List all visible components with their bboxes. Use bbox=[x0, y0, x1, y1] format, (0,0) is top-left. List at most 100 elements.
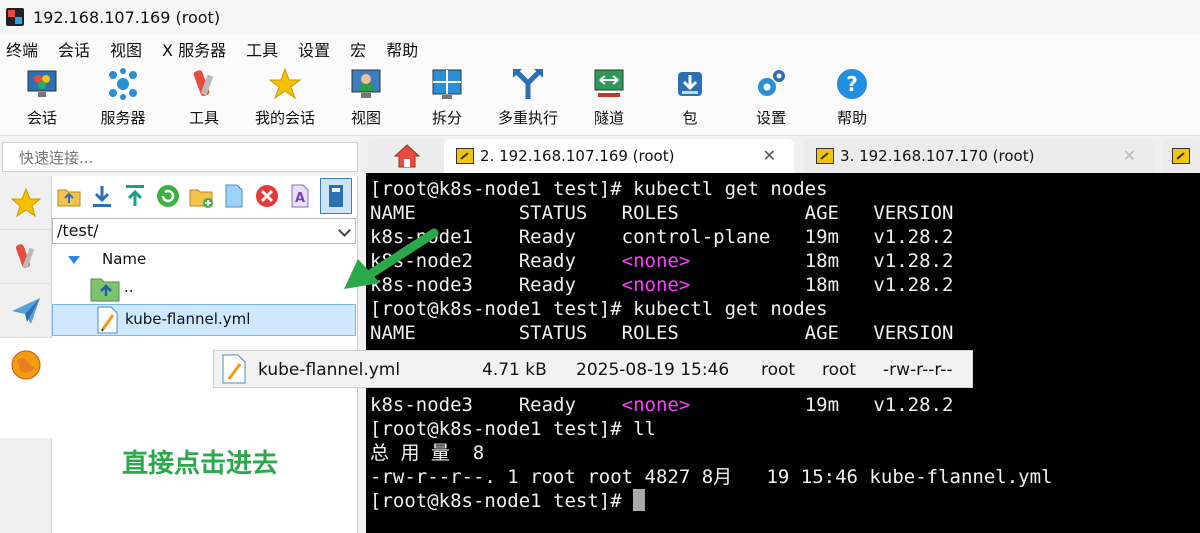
menu-view[interactable]: 视图 bbox=[110, 37, 142, 61]
terminal-line: k8s-node3 Ready <none> 19m v1.28.2 bbox=[370, 393, 953, 417]
tooltip-filename: kube-flannel.yml bbox=[258, 360, 401, 380]
package-icon bbox=[673, 67, 707, 101]
home-icon bbox=[393, 144, 421, 168]
tooltip-size: 4.71 kB bbox=[482, 360, 547, 380]
file-tooltip: kube-flannel.yml 4.71 kB 2025-08-19 15:4… bbox=[213, 350, 973, 388]
sftp-toolbar: A bbox=[52, 176, 358, 216]
svg-text:A: A bbox=[295, 191, 305, 206]
session-icon bbox=[25, 67, 59, 101]
annotation-text: 直接点击进去 bbox=[122, 449, 279, 479]
terminal-line: [root@k8s-node1 test]# kubectl get nodes bbox=[370, 178, 828, 200]
paper-plane-icon bbox=[12, 297, 40, 324]
side-tab-tools[interactable] bbox=[0, 230, 52, 284]
servers-button[interactable]: 服务器 bbox=[81, 67, 165, 133]
terminal-prompt: [root@k8s-node1 test]# bbox=[370, 489, 646, 513]
yaml-file-icon bbox=[97, 306, 118, 334]
menu-tools[interactable]: 工具 bbox=[246, 37, 278, 61]
terminal-line-text: k8s-node3 Ready <none> 18m v1.28.2 bbox=[370, 274, 954, 296]
split-icon bbox=[430, 67, 464, 101]
tools-icon bbox=[15, 243, 35, 268]
annotation-arrow-icon bbox=[344, 228, 439, 289]
view-button[interactable]: 视图 bbox=[324, 67, 408, 133]
main-toolbar: 会话 服务器 工具 我的会话 视图 拆分 多重执行 隧道 包 设置 ? 帮助 bbox=[0, 64, 1200, 136]
new-folder-icon[interactable] bbox=[188, 183, 214, 209]
settings-button[interactable]: 设置 bbox=[729, 67, 813, 133]
my-sessions-button[interactable]: 我的会话 bbox=[243, 67, 327, 133]
svg-text:?: ? bbox=[846, 72, 858, 96]
menu-help[interactable]: 帮助 bbox=[386, 37, 418, 61]
refresh-icon[interactable] bbox=[155, 183, 181, 209]
tunnel-icon bbox=[592, 67, 626, 101]
tools-button[interactable]: 工具 bbox=[162, 67, 246, 133]
menu-bar: 终端 会话 视图 X 服务器 工具 设置 宏 帮助 bbox=[0, 34, 1200, 64]
session-button[interactable]: 会话 bbox=[0, 67, 84, 133]
settings-icon bbox=[754, 67, 788, 101]
terminal-line-text: k8s-node2 Ready <none> 18m v1.28.2 bbox=[370, 250, 954, 272]
side-tab-sftp[interactable] bbox=[0, 338, 52, 438]
sftp-path-field[interactable]: /test/ bbox=[52, 218, 356, 244]
star-icon bbox=[268, 67, 302, 101]
tab-session-3[interactable]: 3. 192.168.107.170 (root) ✕ bbox=[804, 139, 1154, 173]
servers-icon bbox=[106, 67, 140, 101]
terminal-line: k8s-node2 Ready <none> 18m v1.28.2 bbox=[370, 249, 953, 273]
wrench-icon bbox=[456, 148, 474, 164]
window-title: 192.168.107.169 (root) bbox=[33, 7, 221, 27]
split-button[interactable]: 拆分 bbox=[405, 67, 489, 133]
view-icon bbox=[349, 67, 383, 101]
menu-settings[interactable]: 设置 bbox=[298, 37, 330, 61]
terminal-line: 总 用 量 8 bbox=[370, 442, 485, 464]
download-icon[interactable] bbox=[89, 183, 115, 209]
session-tab-bar: 2. 192.168.107.169 (root) ✕ 3. 192.168.1… bbox=[360, 137, 1200, 173]
mobaxterm-window: 192.168.107.169 (root) 终端 会话 视图 X 服务器 工具… bbox=[0, 0, 1200, 533]
sort-down-icon bbox=[68, 256, 80, 264]
close-icon[interactable]: ✕ bbox=[763, 146, 776, 165]
none-role-text: <none> bbox=[621, 394, 691, 416]
new-file-icon[interactable] bbox=[221, 183, 247, 209]
menu-x-server[interactable]: X 服务器 bbox=[162, 37, 226, 61]
tunneling-button[interactable]: 隧道 bbox=[567, 67, 651, 133]
title-bar: 192.168.107.169 (root) bbox=[0, 0, 1200, 34]
terminal-cursor bbox=[633, 489, 646, 511]
terminal-line: NAME STATUS ROLES AGE VERSION bbox=[370, 322, 954, 344]
menu-sessions[interactable]: 会话 bbox=[58, 37, 90, 61]
side-tab-strip bbox=[0, 176, 52, 533]
menu-macros[interactable]: 宏 bbox=[350, 37, 366, 61]
terminal-line: NAME STATUS ROLES AGE VERSION bbox=[370, 202, 954, 224]
terminal-line-text: k8s-node3 Ready <none> 19m v1.28.2 bbox=[370, 394, 954, 416]
yaml-file-icon bbox=[222, 354, 246, 384]
wrench-icon bbox=[1172, 148, 1190, 164]
help-icon: ? bbox=[835, 67, 869, 101]
tab-session-next[interactable] bbox=[1162, 139, 1200, 173]
delete-icon[interactable] bbox=[254, 183, 280, 209]
quick-connect-input[interactable]: 快速连接... bbox=[2, 142, 358, 172]
list-item-kube-flannel[interactable]: kube-flannel.yml bbox=[52, 304, 356, 336]
none-role-text: <none> bbox=[621, 250, 691, 272]
parent-folder-icon[interactable] bbox=[56, 183, 82, 209]
tooltip-owner: root bbox=[761, 360, 796, 380]
help-button[interactable]: ? 帮助 bbox=[810, 67, 894, 133]
home-tab[interactable] bbox=[368, 139, 446, 173]
tab-session-2[interactable]: 2. 192.168.107.169 (root) ✕ bbox=[444, 139, 794, 173]
tooltip-modified: 2025-08-19 15:46 bbox=[576, 360, 730, 380]
packages-button[interactable]: 包 bbox=[648, 67, 732, 133]
column-name-label: Name bbox=[102, 250, 147, 268]
list-item-parent-dir[interactable]: .. bbox=[52, 272, 356, 304]
multi-exec-icon bbox=[511, 67, 545, 101]
side-tab-macros[interactable] bbox=[0, 284, 52, 338]
follow-terminal-icon[interactable] bbox=[320, 178, 352, 214]
rename-icon[interactable]: A bbox=[287, 183, 313, 209]
terminal-line: [root@k8s-node1 test]# kubectl get nodes bbox=[370, 298, 828, 320]
wrench-icon bbox=[816, 148, 834, 164]
terminal-line: k8s-node1 Ready control-plane 19m v1.28.… bbox=[370, 226, 954, 248]
sftp-column-header[interactable]: Name bbox=[52, 248, 356, 272]
tools-icon bbox=[187, 67, 221, 101]
terminal-line: [root@k8s-node1 test]# ll bbox=[370, 418, 656, 440]
menu-terminal[interactable]: 终端 bbox=[6, 37, 38, 61]
close-icon[interactable]: ✕ bbox=[1123, 146, 1136, 165]
multi-exec-button[interactable]: 多重执行 bbox=[486, 67, 570, 133]
tooltip-group: root bbox=[822, 360, 857, 380]
upload-icon[interactable] bbox=[122, 183, 148, 209]
none-role-text: <none> bbox=[621, 274, 691, 296]
terminal-line: k8s-node3 Ready <none> 18m v1.28.2 bbox=[370, 273, 953, 297]
side-tab-sessions[interactable] bbox=[0, 176, 52, 230]
